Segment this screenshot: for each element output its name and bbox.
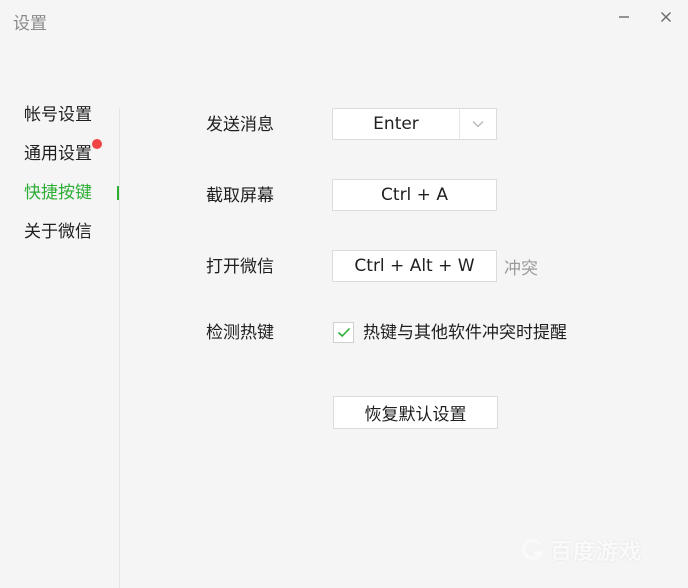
sidebar-divider: [119, 108, 120, 588]
open-wechat-hotkey-field[interactable]: Ctrl + Alt + W: [332, 250, 497, 282]
settings-window: 设置 帐号设置 通用设置 快捷按键 关于微信 发送消息 Enter 截取屏幕 C…: [0, 0, 688, 588]
restore-defaults-button[interactable]: 恢复默认设置: [333, 396, 498, 429]
conflict-status: 冲突: [504, 259, 538, 279]
watermark: 百度游戏: [520, 534, 642, 566]
close-icon: [661, 12, 671, 22]
screenshot-label: 截取屏幕: [206, 186, 274, 206]
sidebar-item-general[interactable]: 通用设置: [24, 140, 92, 168]
conflict-reminder-checkbox[interactable]: [333, 322, 354, 343]
chevron-down-icon: [472, 121, 484, 128]
checkmark-icon: [337, 327, 350, 338]
minimize-icon: [619, 16, 629, 18]
window-title: 设置: [13, 14, 47, 34]
dropdown-arrow[interactable]: [460, 109, 496, 139]
sidebar-item-about[interactable]: 关于微信: [24, 218, 92, 246]
sidebar-item-shortcuts[interactable]: 快捷按键: [24, 179, 92, 207]
baidu-game-logo-icon: [522, 538, 544, 560]
sidebar-item-account[interactable]: 帐号设置: [24, 101, 92, 129]
detect-hotkeys-label: 检测热键: [206, 323, 274, 343]
open-wechat-label: 打开微信: [206, 257, 274, 277]
screenshot-hotkey-field[interactable]: Ctrl + A: [332, 179, 497, 211]
notification-badge: [92, 139, 102, 149]
conflict-reminder-label[interactable]: 热键与其他软件冲突时提醒: [363, 319, 567, 347]
send-message-select[interactable]: Enter: [332, 108, 497, 140]
minimize-button[interactable]: [611, 6, 637, 28]
watermark-text: 百度游戏: [550, 540, 643, 565]
send-message-value: Enter: [373, 114, 419, 134]
close-button[interactable]: [653, 6, 679, 28]
send-message-label: 发送消息: [206, 115, 274, 135]
